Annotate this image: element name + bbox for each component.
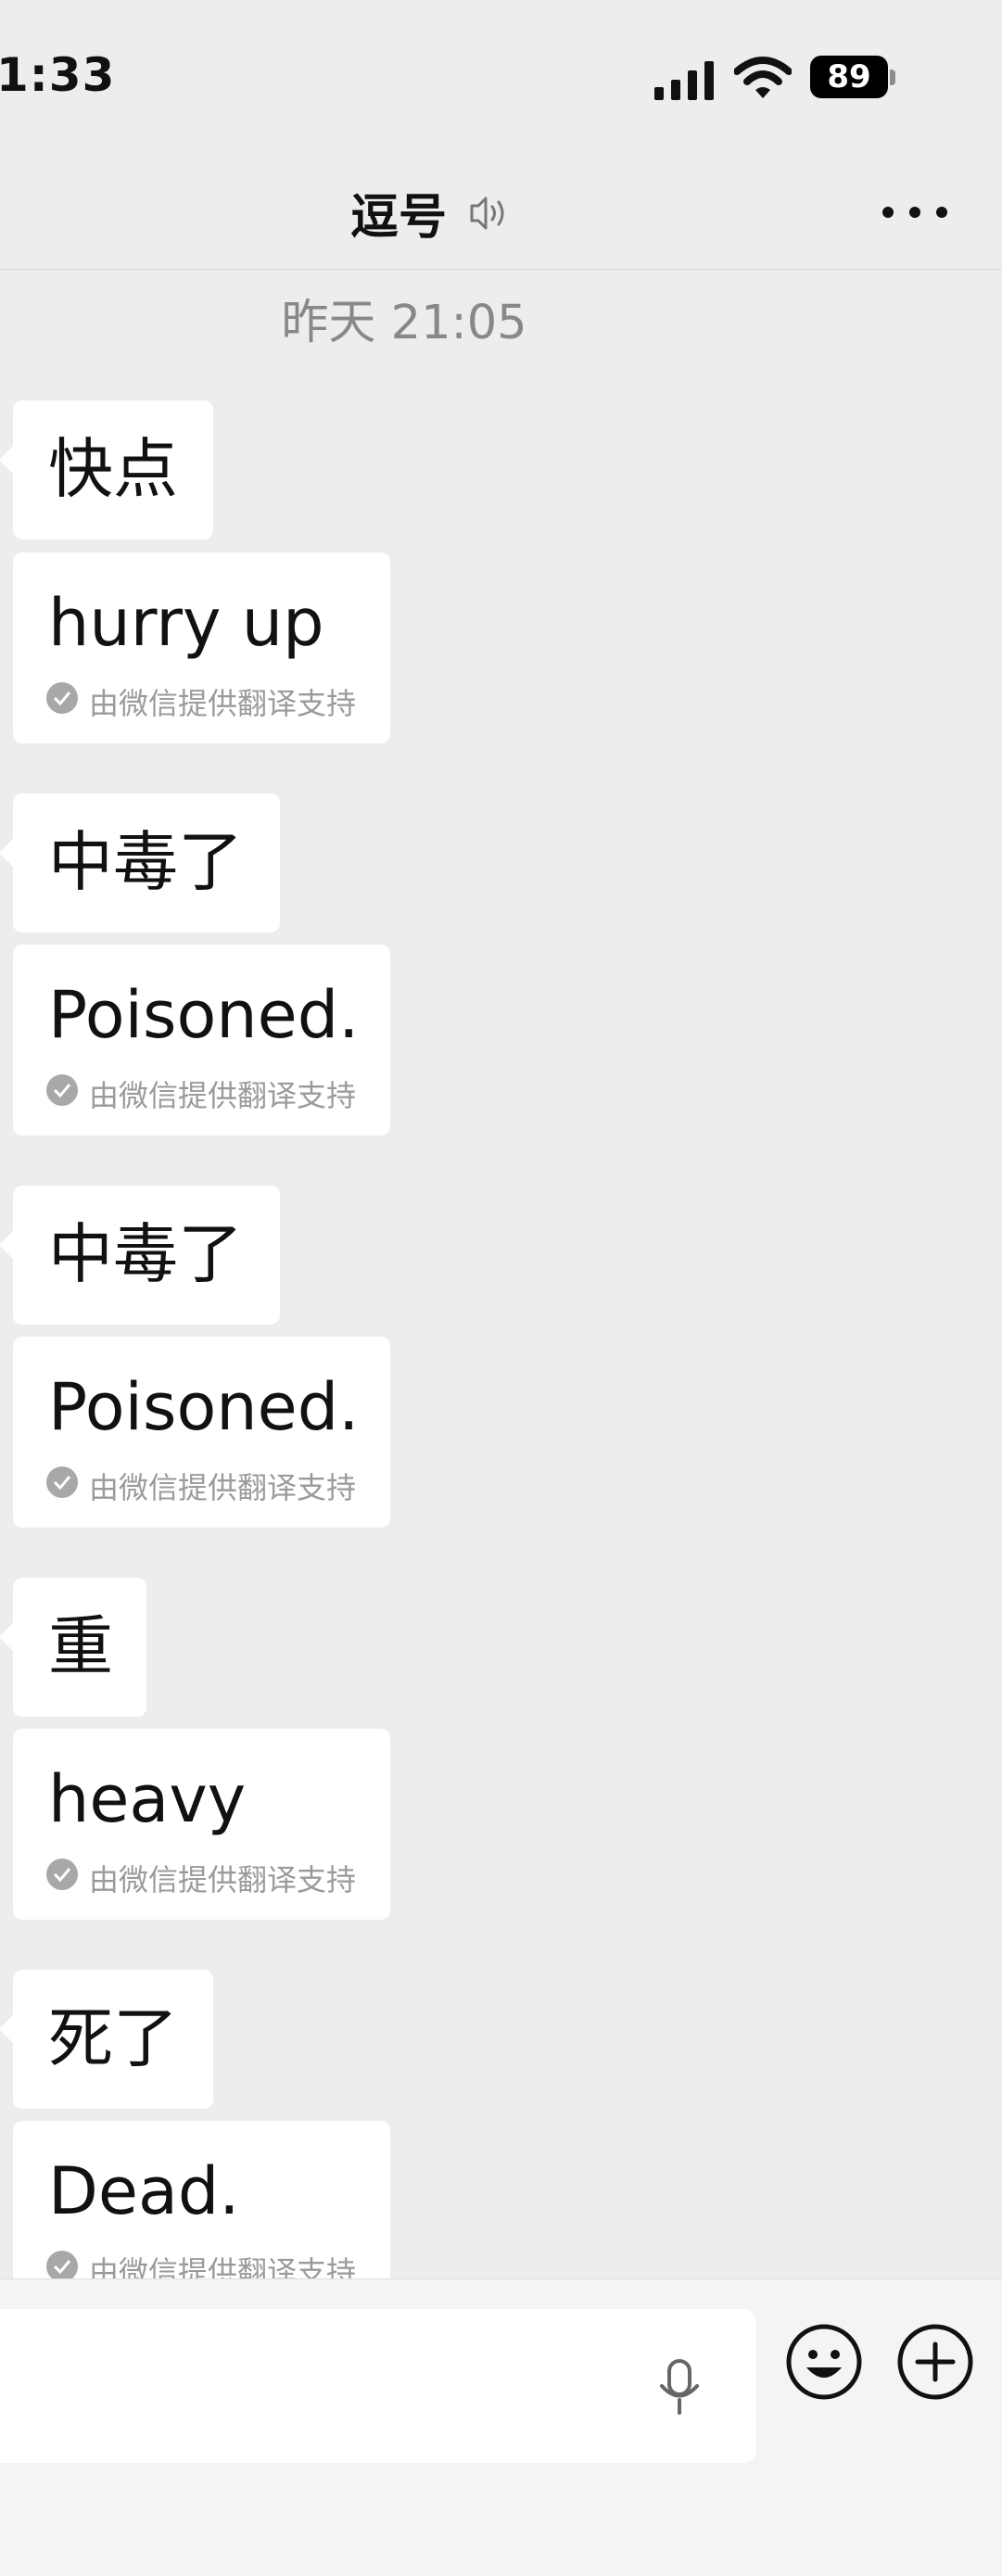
translation-bubble[interactable]: heavy 由微信提供翻译支持 bbox=[13, 1729, 390, 1920]
input-bar bbox=[0, 2278, 1002, 2576]
check-icon bbox=[46, 1466, 78, 1498]
translation-text: Dead. bbox=[48, 2153, 240, 2229]
translation-bubble[interactable]: Poisoned. 由微信提供翻译支持 bbox=[13, 945, 390, 1136]
message-bubble[interactable]: 中毒了 bbox=[0, 1186, 280, 1325]
message-bubble[interactable]: 重 bbox=[0, 1578, 146, 1717]
microphone-icon[interactable] bbox=[651, 2357, 708, 2417]
translation-bubble[interactable]: Dead. 由微信提供翻译支持 bbox=[13, 2121, 390, 2278]
message-text: 死了 bbox=[48, 2000, 178, 2076]
check-icon bbox=[46, 1074, 78, 1106]
translation-credit: 由微信提供翻译支持 bbox=[89, 1078, 357, 1113]
message-text: 中毒了 bbox=[48, 824, 243, 900]
translation-bubble[interactable]: Poisoned. 由微信提供翻译支持 bbox=[13, 1337, 390, 1528]
translation-credit: 由微信提供翻译支持 bbox=[89, 686, 357, 721]
check-icon bbox=[46, 682, 78, 714]
message-text: 中毒了 bbox=[48, 1216, 243, 1292]
translation-bubble[interactable]: hurry up 由微信提供翻译支持 bbox=[13, 552, 390, 743]
chat-timestamp: 昨天 21:05 bbox=[281, 296, 527, 350]
translation-credit: 由微信提供翻译支持 bbox=[89, 2254, 357, 2278]
message-input[interactable] bbox=[0, 2309, 756, 2463]
message-bubble[interactable]: 中毒了 bbox=[0, 793, 280, 933]
message-bubble[interactable]: 快点 bbox=[0, 400, 213, 539]
check-icon bbox=[46, 1859, 78, 1890]
translation-credit: 由微信提供翻译支持 bbox=[89, 1470, 357, 1505]
translation-credit: 由微信提供翻译支持 bbox=[89, 1862, 357, 1897]
translation-text: heavy bbox=[48, 1761, 247, 1837]
plus-icon[interactable] bbox=[895, 2322, 975, 2402]
message-text: 重 bbox=[48, 1608, 113, 1684]
emoji-icon[interactable] bbox=[784, 2322, 864, 2402]
check-icon bbox=[46, 2251, 78, 2278]
message-text: 快点 bbox=[48, 431, 178, 507]
translation-text: Poisoned. bbox=[48, 977, 360, 1053]
translation-text: Poisoned. bbox=[48, 1369, 360, 1445]
message-list: 昨天 21:05 快点 hurry up 由微信提供翻译支持 中毒了 Poiso… bbox=[0, 0, 1002, 2278]
message-bubble[interactable]: 死了 bbox=[0, 1970, 213, 2109]
translation-text: hurry up bbox=[48, 585, 324, 661]
